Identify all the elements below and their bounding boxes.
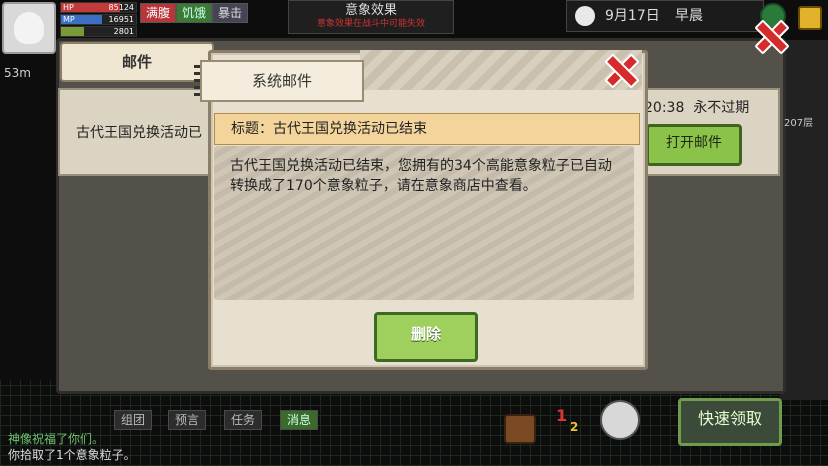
mail-title: 标题：古代王国兑换活动已结束 (231, 121, 427, 137)
chat-line: 神像祝福了你们。 (8, 432, 105, 446)
mp-bar: MP 16951 (60, 14, 137, 25)
delete-button[interactable]: 删除 (374, 312, 478, 362)
hp-value: 85124 (108, 3, 134, 12)
dialog-header-pattern (360, 50, 642, 90)
status-tag-hunger[interactable]: 饥饿 (176, 3, 212, 23)
chat-line: 你拾取了1个意象粒子。 (8, 448, 136, 462)
effect-title: 意象效果 (344, 3, 397, 18)
item-count: 1 (556, 406, 568, 425)
dialog-banner: 系统邮件 (200, 60, 364, 102)
tab-team[interactable]: 组团 (114, 410, 153, 430)
mail-title-ribbon: 标题：古代王国兑换活动已结束 (214, 113, 640, 145)
status-tag-crit[interactable]: 暴击 (212, 3, 248, 23)
close-icon[interactable] (752, 18, 786, 52)
period-text: 早晨 (675, 8, 703, 24)
mail-item-time: 20:38 永不过期 (644, 97, 749, 117)
status-tag-full[interactable]: 满腹 (140, 3, 176, 23)
bag-icon[interactable] (504, 414, 536, 444)
mail-expire: 永不过期 (693, 100, 750, 116)
player-avatar[interactable] (2, 2, 56, 54)
mail-time: 20:38 (644, 100, 685, 116)
mp-value: 16951 (108, 15, 134, 24)
dialog-close-icon[interactable] (602, 52, 636, 86)
book-icon[interactable] (600, 400, 640, 440)
mp-label: MP (63, 15, 75, 24)
mail-item-title: 古代王国兑换活动已 (76, 125, 202, 141)
item-count-secondary: 2 (570, 420, 579, 434)
effect-subtitle: 意象效果在战斗中可能失效 (316, 19, 425, 29)
exit-icon[interactable] (798, 6, 822, 30)
right-side-panel (780, 40, 828, 400)
hp-bar: HP 85124 (60, 2, 137, 13)
mail-tab[interactable]: 邮件 (60, 42, 214, 82)
sun-icon (575, 6, 595, 26)
tab-prophecy[interactable]: 预言 (168, 410, 207, 430)
fast-claim-button[interactable]: 快速领取 (678, 398, 782, 446)
date-text: 9月17日 (605, 8, 660, 24)
tab-messages[interactable]: 消息 (280, 410, 319, 430)
mail-body-text: 古代王国兑换活动已结束，您拥有的34个高能意象粒子已自动转换成了170个意象粒子… (230, 158, 612, 194)
floor-label: 207层 (784, 118, 814, 129)
hp-label: HP (63, 3, 74, 12)
date-box: 9月17日 早晨 (566, 0, 764, 32)
tab-quest[interactable]: 任务 (224, 410, 263, 430)
sp-value: 2801 (113, 27, 134, 36)
effect-panel[interactable]: 意象效果 意象效果在战斗中可能失效 (288, 0, 454, 34)
open-mail-button[interactable]: 打开邮件 (646, 124, 742, 166)
sp-bar: 2801 (60, 26, 137, 37)
distance-label: 53m (4, 66, 31, 80)
